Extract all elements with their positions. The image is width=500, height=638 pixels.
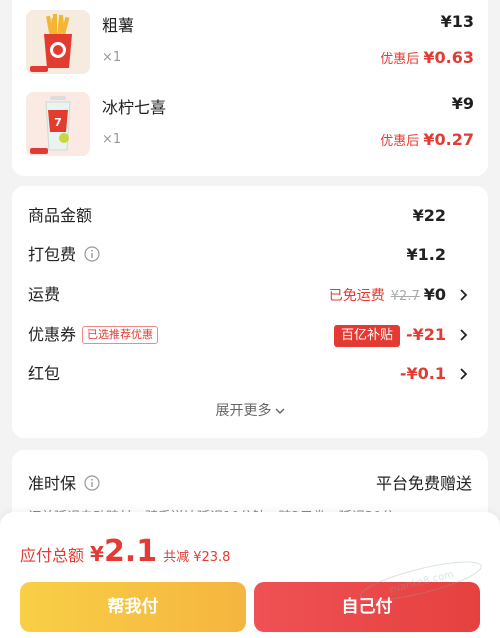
fee-summary-card: 商品金额 ¥22 打包费 ¥1.2 运费 已免运费 ¥2.7 ¥0 优惠券 已选推荐优… xyxy=(12,186,488,438)
total-value: 2.1 xyxy=(103,534,158,569)
red-packet-row[interactable]: 红包 -¥0.1 xyxy=(28,362,472,386)
after-amount: ¥0.27 xyxy=(423,130,474,149)
item-quantity: ×1 xyxy=(102,132,122,147)
item-price: ¥13 xyxy=(440,12,474,31)
delivery-fee-value: ¥0 xyxy=(423,285,446,304)
chevron-right-icon xyxy=(460,289,468,301)
item-name: 粗薯 xyxy=(102,16,135,35)
goods-amount-label: 商品金额 xyxy=(28,206,93,225)
coupon-value-wrap: 百亿补贴 -¥21 xyxy=(333,323,446,347)
goods-amount-row: 商品金额 ¥22 xyxy=(28,204,472,228)
info-icon[interactable] xyxy=(84,245,100,262)
original-delivery-fee: ¥2.7 xyxy=(390,289,420,304)
drink-cup-icon: 7 xyxy=(26,92,90,156)
ontime-label-wrap: 准时保 xyxy=(28,470,100,494)
delivery-fee-detail: 已免运费 ¥2.7 ¥0 xyxy=(329,283,446,309)
subsidy-badge: 百亿补贴 xyxy=(333,325,400,347)
ontime-label: 准时保 xyxy=(28,474,77,493)
packing-fee-label: 打包费 xyxy=(28,245,77,264)
expand-more-button[interactable]: 展开更多 xyxy=(12,400,488,420)
item-discounted-price: 优惠后 ¥0.27 xyxy=(380,130,474,149)
item-price: ¥9 xyxy=(451,94,474,113)
packing-fee-value: ¥1.2 xyxy=(406,245,446,264)
order-item[interactable]: 7 冰柠七喜 ×1 ¥9 优惠后 ¥0.27 xyxy=(26,92,474,158)
total-amount: 应付总额 ¥2.1 共减 ¥23.8 xyxy=(20,534,230,569)
free-delivery-text: 已免运费 xyxy=(328,288,385,304)
order-item[interactable]: 粗薯 ×1 ¥13 优惠后 ¥0.63 xyxy=(26,10,474,76)
goods-amount-value: ¥22 xyxy=(412,206,446,225)
pay-myself-button[interactable]: 自己付 xyxy=(254,582,480,632)
recommended-coupon-tag: 已选推荐优惠 xyxy=(82,326,159,344)
coupon-label: 优惠券 xyxy=(28,325,77,344)
svg-text:7: 7 xyxy=(54,116,62,129)
chevron-down-icon xyxy=(275,408,284,414)
coupon-label-wrap: 优惠券 已选推荐优惠 xyxy=(28,323,159,347)
packing-fee-row: 打包费 ¥1.2 xyxy=(28,243,472,267)
item-quantity: ×1 xyxy=(102,50,122,65)
after-label: 优惠后 xyxy=(380,134,420,149)
item-discounted-price: 优惠后 ¥0.63 xyxy=(380,48,474,67)
delivery-fee-label: 运费 xyxy=(28,285,61,304)
chevron-right-icon xyxy=(460,329,468,341)
chevron-right-icon xyxy=(460,368,468,380)
total-saved: 共减 ¥23.8 xyxy=(163,550,231,565)
expand-more-label: 展开更多 xyxy=(215,403,272,419)
coupon-row[interactable]: 优惠券 已选推荐优惠 百亿补贴 -¥21 xyxy=(28,323,472,347)
order-items-card: 粗薯 ×1 ¥13 优惠后 ¥0.63 7 冰柠七喜 ×1 ¥9 优惠后 ¥0.… xyxy=(12,0,488,176)
help-me-pay-button[interactable]: 帮我付 xyxy=(20,582,246,632)
total-label: 应付总额 xyxy=(20,546,85,565)
item-name: 冰柠七喜 xyxy=(102,98,167,117)
after-label: 优惠后 xyxy=(380,52,420,67)
ontime-value: 平台免费赠送 xyxy=(375,474,472,493)
info-icon[interactable] xyxy=(84,475,100,491)
packing-fee-label-wrap: 打包费 xyxy=(28,243,100,267)
red-packet-label: 红包 xyxy=(28,364,61,383)
after-amount: ¥0.63 xyxy=(423,48,474,67)
red-packet-value: -¥0.1 xyxy=(399,364,446,383)
delivery-fee-row[interactable]: 运费 已免运费 ¥2.7 ¥0 xyxy=(28,283,472,307)
coupon-value: -¥21 xyxy=(405,325,446,344)
fries-icon xyxy=(26,10,90,74)
payment-bar: 应付总额 ¥2.1 共减 ¥23.8 帮我付 自己付 xyxy=(0,512,500,638)
currency-symbol: ¥ xyxy=(90,542,104,566)
